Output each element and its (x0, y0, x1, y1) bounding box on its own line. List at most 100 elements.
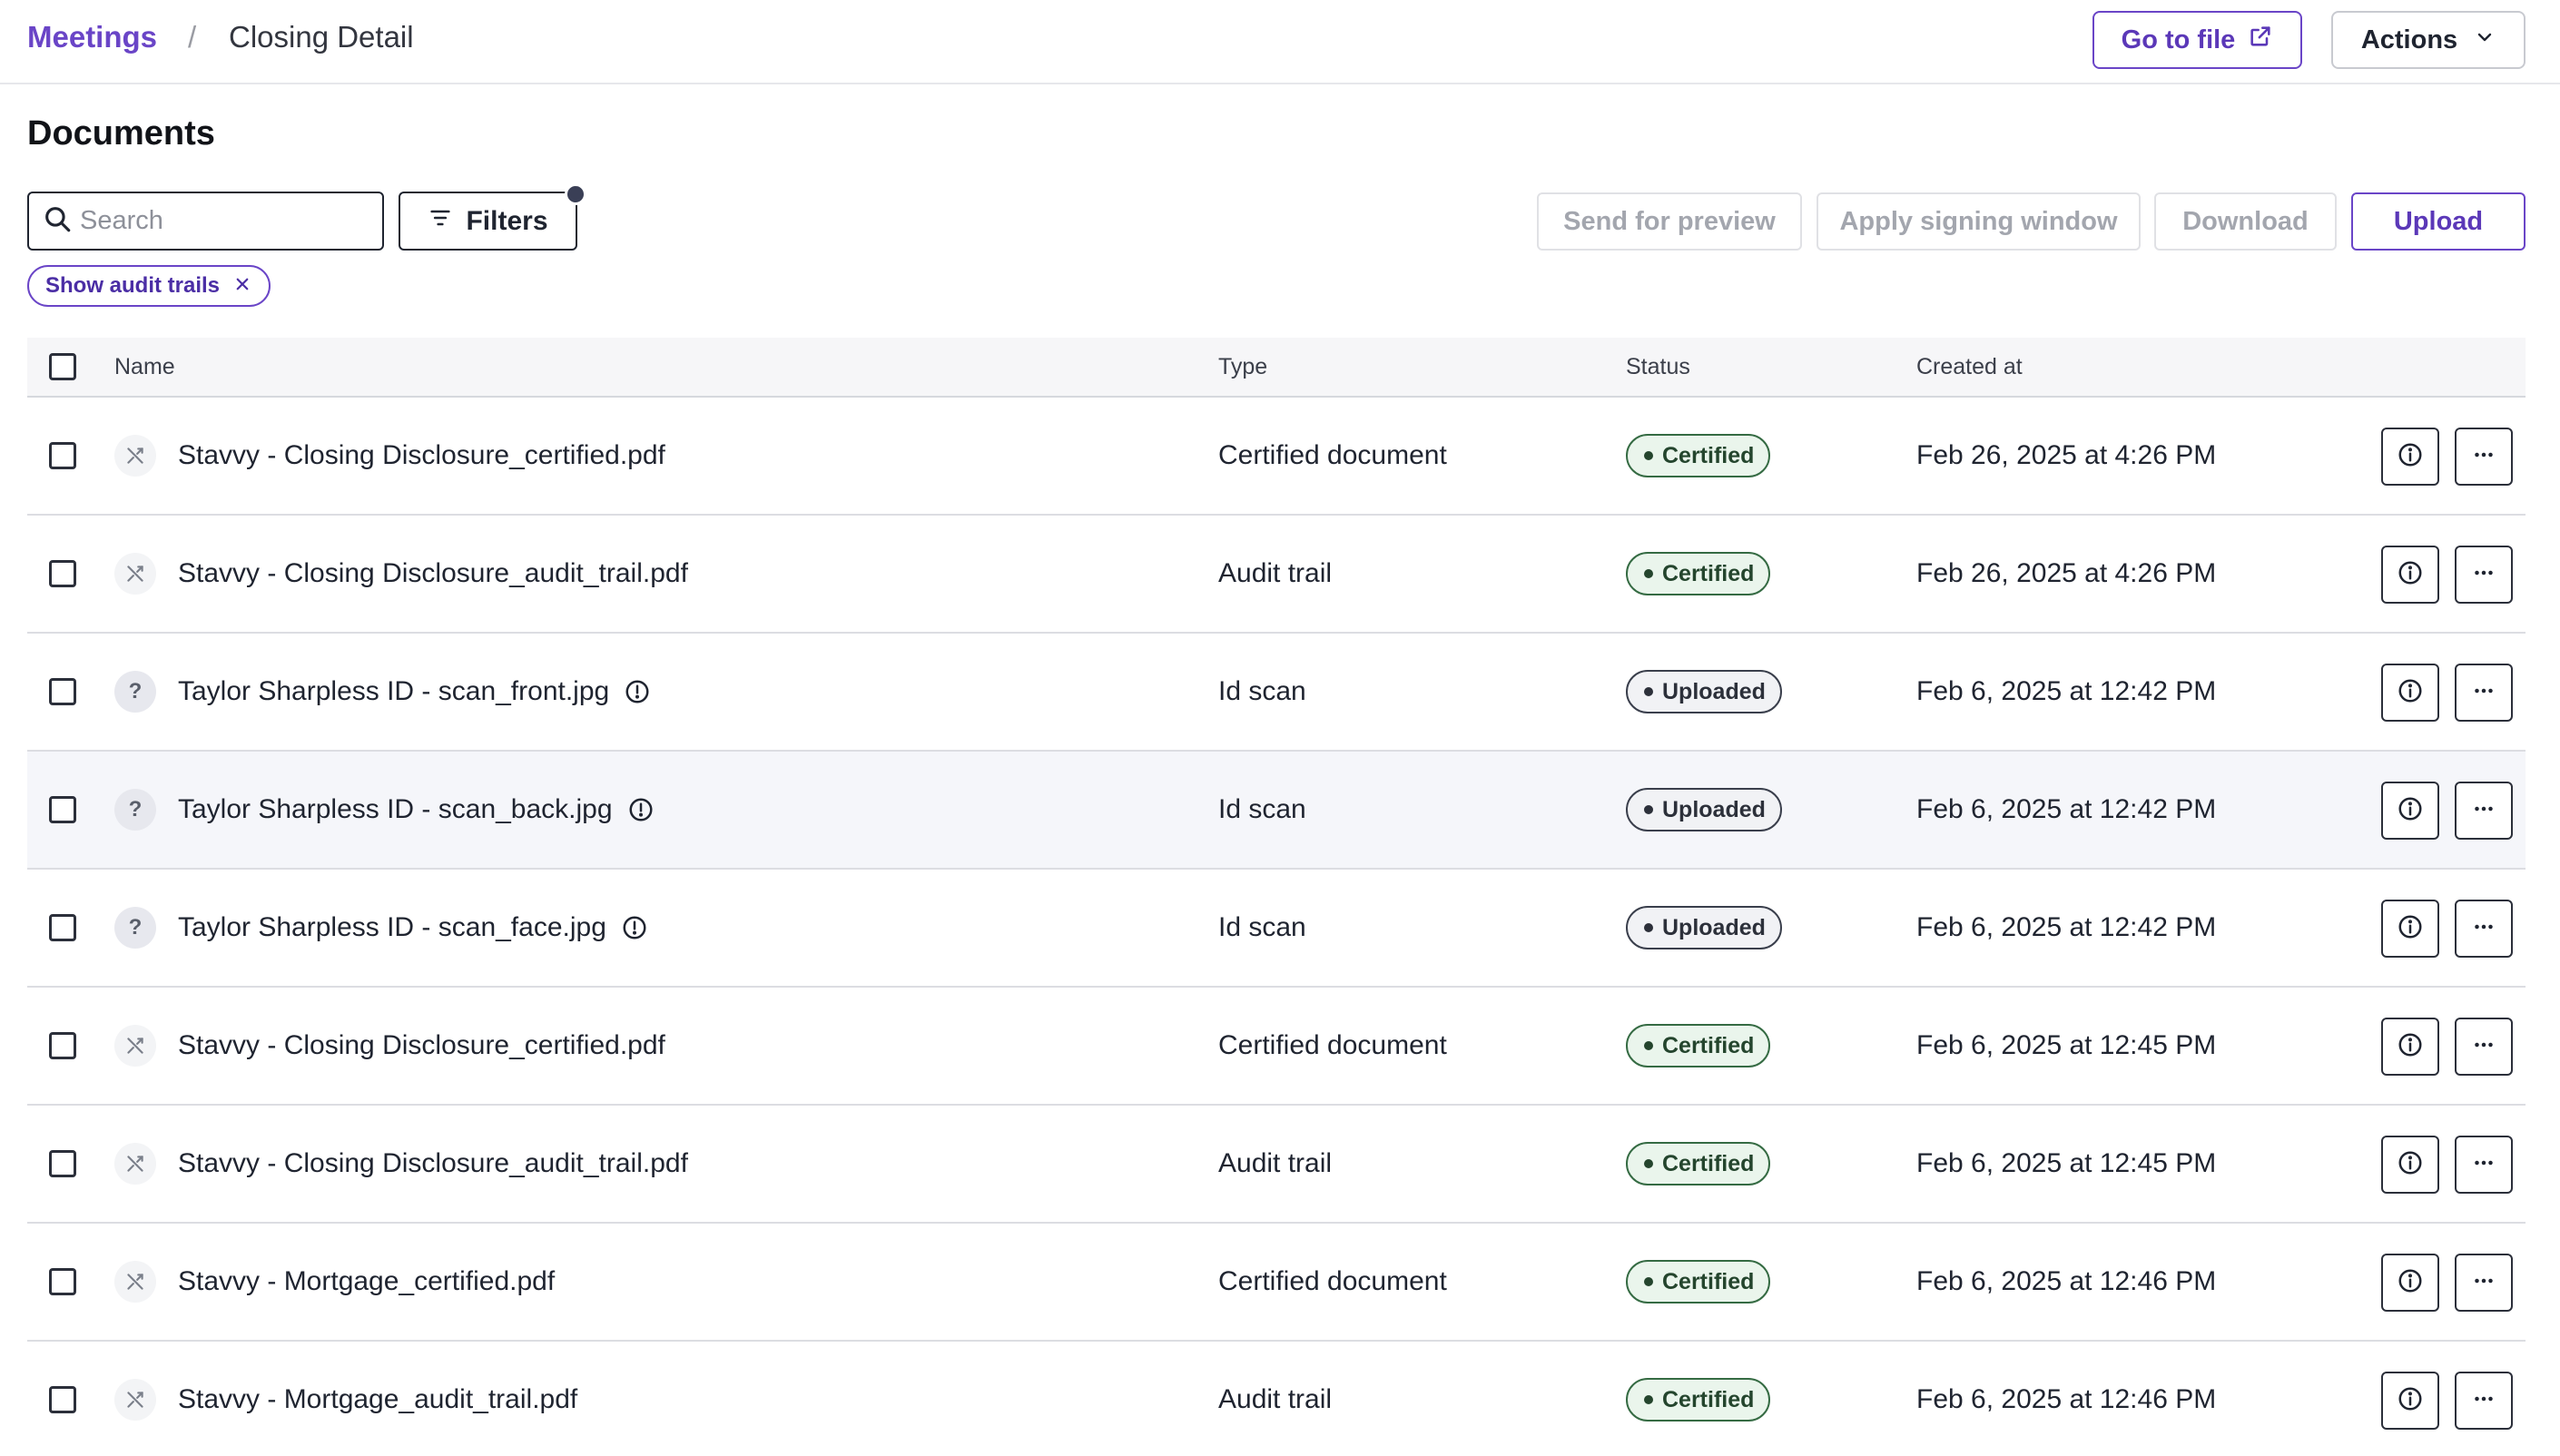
info-button[interactable] (2381, 782, 2439, 840)
table-row[interactable]: ? Taylor Sharpless ID - scan_face.jpg Id s… (27, 870, 2526, 988)
more-horizontal-icon (2470, 913, 2497, 945)
info-button[interactable] (2381, 664, 2439, 722)
table-row[interactable]: ? Taylor Sharpless ID - scan_front.jpg Id … (27, 634, 2526, 752)
row-select-cell (49, 1342, 76, 1456)
file-name[interactable]: Stavvy - Closing Disclosure_audit_trail.… (178, 558, 688, 589)
breadcrumb-meetings-link[interactable]: Meetings (27, 20, 157, 54)
column-header-type[interactable]: Type (1218, 338, 1267, 396)
actions-button[interactable]: Actions (2331, 11, 2526, 69)
row-checkbox[interactable] (49, 914, 76, 941)
row-checkbox[interactable] (49, 442, 76, 469)
more-options-button[interactable] (2455, 546, 2513, 604)
show-audit-trails-chip[interactable]: Show audit trails (27, 265, 271, 307)
no-preview-icon (114, 1025, 156, 1067)
row-checkbox[interactable] (49, 678, 76, 705)
more-options-button[interactable] (2455, 1372, 2513, 1430)
info-button[interactable] (2381, 1254, 2439, 1312)
file-name[interactable]: Taylor Sharpless ID - scan_face.jpg (178, 912, 606, 943)
type-cell: Certified document (1218, 440, 1447, 470)
status-cell: Uploaded (1626, 634, 1782, 750)
info-button[interactable] (2381, 1372, 2439, 1430)
info-button[interactable] (2381, 428, 2439, 486)
status-cell: Certified (1626, 1106, 1771, 1222)
row-checkbox[interactable] (49, 796, 76, 823)
column-header-created-at[interactable]: Created at (1916, 338, 2023, 396)
documents-heading: Documents (27, 114, 215, 152)
actions-label: Actions (2360, 25, 2458, 54)
go-to-file-button[interactable]: Go to file (2092, 11, 2302, 69)
status-cell: Certified (1626, 516, 1771, 632)
more-horizontal-icon (2470, 795, 2497, 827)
info-button[interactable] (2381, 546, 2439, 604)
info-button[interactable] (2381, 1018, 2439, 1076)
send-for-preview-button[interactable]: Send for preview (1537, 192, 1802, 251)
column-header-status[interactable]: Status (1626, 338, 1690, 396)
download-button[interactable]: Download (2154, 192, 2337, 251)
file-name[interactable]: Stavvy - Closing Disclosure_audit_trail.… (178, 1148, 688, 1179)
status-label: Certified (1662, 442, 1755, 468)
more-options-button[interactable] (2455, 1136, 2513, 1194)
alert-circle-icon[interactable] (627, 796, 655, 823)
status-dot (1644, 923, 1653, 932)
search-field[interactable] (27, 192, 384, 251)
created-at-cell: Feb 6, 2025 at 12:46 PM (1916, 1266, 2217, 1296)
info-icon (2397, 1031, 2424, 1063)
top-bar: Meetings / Closing Detail Go to file Act… (0, 0, 2560, 84)
table-row[interactable]: Stavvy - Closing Disclosure_audit_trail.… (27, 516, 2526, 634)
more-options-button[interactable] (2455, 428, 2513, 486)
status-cell: Certified (1626, 1224, 1771, 1340)
more-options-button[interactable] (2455, 1254, 2513, 1312)
row-select-cell (49, 1106, 76, 1222)
file-name[interactable]: Stavvy - Closing Disclosure_certified.pd… (178, 440, 665, 471)
search-input[interactable] (80, 206, 361, 236)
name-cell: ? Taylor Sharpless ID - scan_back.jpg (114, 752, 655, 868)
no-preview-icon (114, 1261, 156, 1303)
created-at-cell: Feb 6, 2025 at 12:46 PM (1916, 1384, 2217, 1414)
alert-circle-icon[interactable] (621, 914, 648, 941)
name-cell: ? Taylor Sharpless ID - scan_front.jpg (114, 634, 651, 750)
apply-signing-window-button[interactable]: Apply signing window (1817, 192, 2141, 251)
documents-table: Name Type Status Created at Stavvy - Clo… (27, 338, 2526, 1456)
row-checkbox[interactable] (49, 1268, 76, 1295)
chevron-down-icon (2474, 25, 2496, 55)
status-label: Certified (1662, 1386, 1755, 1412)
table-row[interactable]: Stavvy - Mortgage_certified.pdf Certified… (27, 1224, 2526, 1342)
no-preview-icon (114, 1143, 156, 1185)
column-header-name[interactable]: Name (114, 338, 175, 396)
alert-circle-icon[interactable] (624, 678, 651, 705)
row-select-cell (49, 634, 76, 750)
more-options-button[interactable] (2455, 664, 2513, 722)
row-checkbox[interactable] (49, 560, 76, 587)
file-name[interactable]: Stavvy - Mortgage_audit_trail.pdf (178, 1384, 577, 1415)
more-horizontal-icon (2470, 559, 2497, 591)
no-preview-icon (114, 553, 156, 595)
status-badge: Certified (1626, 1378, 1771, 1422)
row-select-cell (49, 752, 76, 868)
table-row[interactable]: Stavvy - Closing Disclosure_certified.pd… (27, 398, 2526, 516)
file-name[interactable]: Stavvy - Mortgage_certified.pdf (178, 1266, 555, 1297)
table-row[interactable]: Stavvy - Closing Disclosure_certified.pd… (27, 988, 2526, 1106)
info-button[interactable] (2381, 900, 2439, 958)
more-options-button[interactable] (2455, 782, 2513, 840)
row-checkbox[interactable] (49, 1386, 76, 1413)
table-row[interactable]: Stavvy - Mortgage_audit_trail.pdf Audit t… (27, 1342, 2526, 1456)
filters-button[interactable]: Filters (399, 192, 577, 251)
row-checkbox[interactable] (49, 1032, 76, 1059)
created-at-cell: Feb 6, 2025 at 12:42 PM (1916, 912, 2217, 942)
row-select-cell (49, 1224, 76, 1340)
more-options-button[interactable] (2455, 900, 2513, 958)
info-icon (2397, 677, 2424, 709)
table-row[interactable]: Stavvy - Closing Disclosure_audit_trail.… (27, 1106, 2526, 1224)
upload-button[interactable]: Upload (2351, 192, 2526, 251)
file-name[interactable]: Taylor Sharpless ID - scan_back.jpg (178, 794, 613, 825)
close-icon[interactable] (234, 273, 251, 299)
row-checkbox[interactable] (49, 1150, 76, 1177)
file-name[interactable]: Taylor Sharpless ID - scan_front.jpg (178, 676, 609, 707)
status-label: Certified (1662, 560, 1755, 586)
more-options-button[interactable] (2455, 1018, 2513, 1076)
table-row[interactable]: ? Taylor Sharpless ID - scan_back.jpg Id s… (27, 752, 2526, 870)
select-all-checkbox[interactable] (49, 353, 76, 380)
info-button[interactable] (2381, 1136, 2439, 1194)
status-label: Uploaded (1662, 914, 1766, 940)
file-name[interactable]: Stavvy - Closing Disclosure_certified.pd… (178, 1030, 665, 1061)
